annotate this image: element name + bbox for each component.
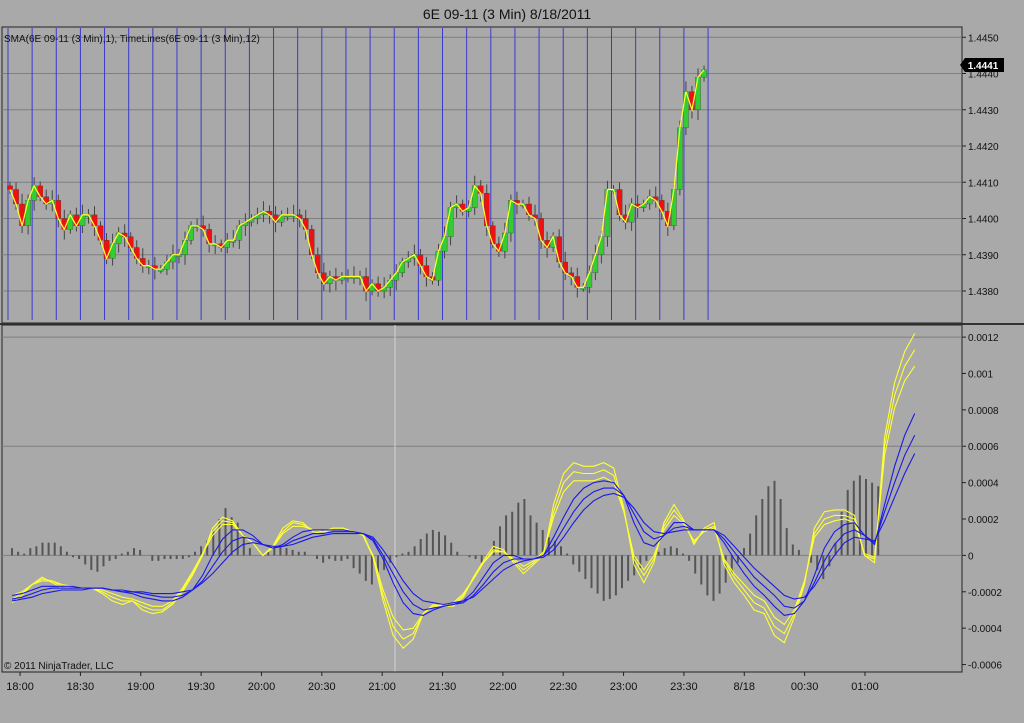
candle-body bbox=[272, 214, 279, 223]
candle-body bbox=[598, 236, 605, 255]
candle-body bbox=[73, 214, 80, 226]
oscillator-tick-label: -0.0004 bbox=[968, 624, 1002, 635]
price-tick-label: 1.4380 bbox=[968, 287, 999, 298]
candle-body bbox=[628, 203, 635, 223]
candle-body bbox=[206, 229, 212, 245]
candle-body bbox=[441, 236, 448, 252]
candle-body bbox=[13, 189, 19, 205]
candle-body bbox=[188, 225, 194, 241]
candle-body bbox=[484, 192, 490, 226]
candle-body bbox=[308, 229, 315, 255]
candle-body bbox=[7, 185, 13, 190]
candle-body bbox=[37, 185, 43, 197]
candle-body bbox=[393, 272, 399, 281]
candle-body bbox=[490, 225, 496, 245]
candle-body bbox=[170, 254, 176, 263]
candle-body bbox=[508, 200, 514, 234]
candle-body bbox=[574, 276, 581, 288]
candle-body bbox=[369, 283, 375, 292]
time-tick-label: 00:30 bbox=[791, 681, 819, 693]
candle-body bbox=[417, 254, 424, 266]
candle-body bbox=[502, 232, 508, 252]
last-price-label: 1.4441 bbox=[968, 61, 999, 72]
oscillator-tick-label: -0.0006 bbox=[968, 661, 1002, 672]
candle-body bbox=[616, 189, 623, 216]
price-tick-label: 1.4430 bbox=[968, 106, 999, 117]
candle-body bbox=[526, 203, 532, 216]
candle-body bbox=[236, 225, 243, 241]
oscillator-tick-label: 0.0004 bbox=[968, 479, 999, 490]
candle-body bbox=[133, 247, 140, 259]
candle-body bbox=[562, 261, 568, 274]
time-tick-label: 19:30 bbox=[187, 681, 215, 693]
candle-body bbox=[701, 69, 707, 78]
time-tick-label: 21:00 bbox=[368, 681, 396, 693]
candle-body bbox=[538, 218, 544, 241]
candle-body bbox=[302, 218, 309, 230]
candle-body bbox=[677, 127, 683, 190]
candle-body bbox=[471, 185, 478, 208]
last-price-marker: 1.4441 bbox=[960, 58, 1004, 72]
trading-chart: 6E 09-11 (3 Min) 8/18/2011 SMA(6E 09-11 … bbox=[0, 0, 1024, 718]
price-tick-label: 1.4450 bbox=[968, 33, 999, 44]
oscillator-tick-label: 0.0002 bbox=[968, 515, 999, 526]
candle-body bbox=[25, 200, 31, 226]
candle-body bbox=[127, 236, 134, 248]
oscillator-tick-label: 0.001 bbox=[968, 369, 993, 380]
candle-body bbox=[586, 272, 593, 288]
time-tick-label: 23:30 bbox=[670, 681, 698, 693]
candle-body bbox=[604, 189, 611, 237]
candle-body bbox=[592, 254, 599, 274]
candle-body bbox=[315, 254, 321, 274]
candle-body bbox=[671, 189, 677, 226]
candle-body bbox=[695, 76, 701, 110]
candle-body bbox=[182, 240, 188, 255]
time-tick-label: 22:00 bbox=[489, 681, 517, 693]
candle-body bbox=[447, 207, 454, 237]
oscillator-tick-label: 0 bbox=[968, 551, 974, 562]
candle-body bbox=[659, 200, 665, 212]
price-tick-label: 1.4410 bbox=[968, 178, 999, 189]
time-tick-label: 23:00 bbox=[610, 681, 638, 693]
oscillator-tick-label: 0.0012 bbox=[968, 333, 999, 344]
candle-body bbox=[140, 258, 146, 266]
candle-body bbox=[19, 203, 25, 226]
candle-body bbox=[477, 185, 484, 194]
candle-body bbox=[55, 200, 62, 219]
candle-body bbox=[387, 279, 393, 288]
indicator-label: SMA(6E 09-11 (3 Min),1), TimeLines(6E 09… bbox=[4, 34, 260, 45]
price-tick-label: 1.4420 bbox=[968, 142, 999, 153]
time-tick-label: 18:30 bbox=[67, 681, 95, 693]
candle-body bbox=[109, 243, 116, 259]
time-tick-label: 18:00 bbox=[6, 681, 34, 693]
price-tick-label: 1.4390 bbox=[968, 251, 999, 262]
oscillator-tick-label: -0.0002 bbox=[968, 588, 1002, 599]
time-tick-label: 8/18 bbox=[734, 681, 755, 693]
oscillator-tick-label: 0.0006 bbox=[968, 442, 999, 453]
candle-body bbox=[399, 261, 406, 274]
candle-body bbox=[224, 240, 231, 248]
chart-title: 6E 09-11 (3 Min) 8/18/2011 bbox=[423, 6, 592, 22]
candle-body bbox=[79, 214, 86, 226]
candle-body bbox=[97, 225, 104, 241]
copyright-label: © 2011 NinjaTrader, LLC bbox=[4, 661, 114, 672]
time-tick-label: 21:30 bbox=[429, 681, 457, 693]
time-tick-label: 01:00 bbox=[851, 681, 879, 693]
oscillator-tick-label: 0.0008 bbox=[968, 406, 999, 417]
candle-body bbox=[91, 214, 98, 226]
time-tick-label: 22:30 bbox=[549, 681, 577, 693]
candle-body bbox=[164, 261, 170, 270]
candle-body bbox=[556, 236, 562, 263]
time-tick-label: 20:00 bbox=[248, 681, 276, 693]
time-tick-label: 20:30 bbox=[308, 681, 336, 693]
price-tick-label: 1.4400 bbox=[968, 215, 999, 226]
candle-body bbox=[278, 214, 285, 223]
time-tick-label: 19:00 bbox=[127, 681, 155, 693]
candle-body bbox=[423, 265, 430, 277]
candle-body bbox=[435, 250, 442, 281]
